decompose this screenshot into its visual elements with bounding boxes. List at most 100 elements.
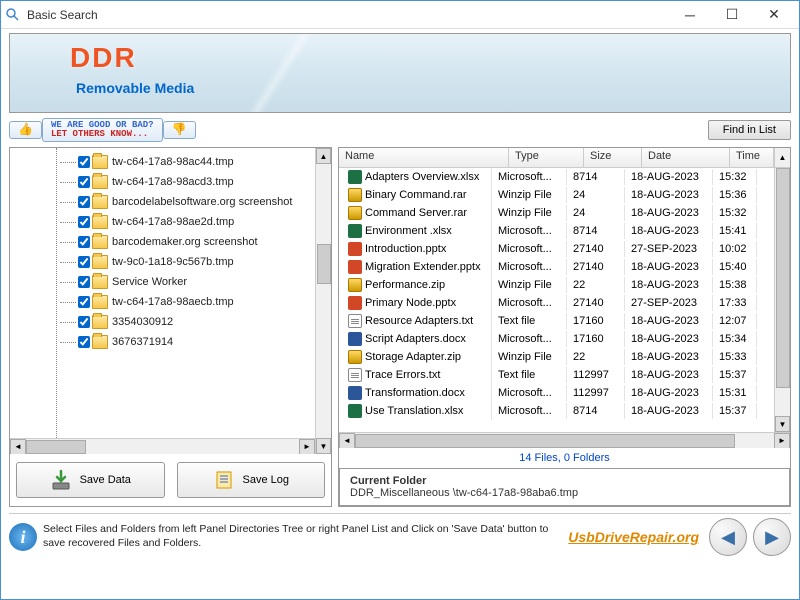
txt-icon: [348, 314, 362, 328]
file-name: Binary Command.rar: [365, 189, 466, 201]
scroll-left-icon[interactable]: ◄: [339, 433, 355, 449]
tree-checkbox[interactable]: [78, 256, 90, 268]
feedback-badge-down[interactable]: 👎: [163, 121, 196, 139]
feedback-badge-text[interactable]: WE ARE GOOD OR BAD? LET OTHERS KNOW...: [42, 118, 163, 142]
tree-checkbox[interactable]: [78, 276, 90, 288]
list-row[interactable]: Command Server.rar Winzip File 24 18-AUG…: [339, 204, 774, 222]
file-time: 15:37: [713, 367, 757, 383]
file-name: Trace Errors.txt: [365, 369, 440, 381]
tree-checkbox[interactable]: [78, 176, 90, 188]
minimize-button[interactable]: ─: [669, 1, 711, 29]
tree-item[interactable]: 3354030912: [12, 312, 313, 332]
tree-item[interactable]: tw-9c0-1a18-9c567b.tmp: [12, 252, 313, 272]
tree-item[interactable]: Service Worker: [12, 272, 313, 292]
file-type: Text file: [492, 367, 567, 383]
back-button[interactable]: ◀: [709, 518, 747, 556]
list-row[interactable]: Storage Adapter.zip Winzip File 22 18-AU…: [339, 348, 774, 366]
file-name: Script Adapters.docx: [365, 333, 466, 345]
scroll-down-icon[interactable]: ▼: [775, 416, 790, 432]
list-row[interactable]: Trace Errors.txt Text file 112997 18-AUG…: [339, 366, 774, 384]
tree-item[interactable]: tw-c64-17a8-98aecb.tmp: [12, 292, 313, 312]
close-button[interactable]: ✕: [753, 1, 795, 29]
scroll-thumb[interactable]: [317, 244, 331, 284]
list-row[interactable]: Script Adapters.docx Microsoft... 17160 …: [339, 330, 774, 348]
file-type: Winzip File: [492, 349, 567, 365]
list-row[interactable]: Environment .xlsx Microsoft... 8714 18-A…: [339, 222, 774, 240]
file-type: Winzip File: [492, 277, 567, 293]
tree-item[interactable]: barcodelabelsoftware.org screenshot: [12, 192, 313, 212]
list-row[interactable]: Migration Extender.pptx Microsoft... 271…: [339, 258, 774, 276]
file-date: 18-AUG-2023: [625, 187, 713, 203]
list-hscroll[interactable]: ◄ ►: [339, 432, 790, 448]
folder-icon: [92, 315, 108, 329]
tree-checkbox[interactable]: [78, 296, 90, 308]
save-log-button[interactable]: Save Log: [177, 462, 326, 498]
file-date: 18-AUG-2023: [625, 277, 713, 293]
feedback-badge[interactable]: 👍: [9, 121, 42, 139]
file-type: Microsoft...: [492, 331, 567, 347]
list-row[interactable]: Adapters Overview.xlsx Microsoft... 8714…: [339, 168, 774, 186]
folder-icon: [92, 155, 108, 169]
file-time: 15:37: [713, 403, 757, 419]
scroll-right-icon[interactable]: ►: [774, 433, 790, 449]
col-size[interactable]: Size: [584, 148, 642, 167]
file-date: 18-AUG-2023: [625, 367, 713, 383]
scroll-thumb[interactable]: [26, 440, 86, 454]
tree-label: tw-c64-17a8-98ac44.tmp: [112, 156, 234, 168]
col-name[interactable]: Name: [339, 148, 509, 167]
tree-item[interactable]: tw-c64-17a8-98acd3.tmp: [12, 172, 313, 192]
find-in-list-button[interactable]: Find in List: [708, 120, 791, 140]
file-size: 24: [567, 187, 625, 203]
tree-checkbox[interactable]: [78, 196, 90, 208]
file-list[interactable]: Adapters Overview.xlsx Microsoft... 8714…: [339, 168, 774, 432]
tree-checkbox[interactable]: [78, 236, 90, 248]
scroll-up-icon[interactable]: ▲: [316, 148, 331, 164]
folder-icon: [92, 255, 108, 269]
scroll-right-icon[interactable]: ►: [299, 439, 315, 455]
file-time: 15:36: [713, 187, 757, 203]
file-size: 27140: [567, 259, 625, 275]
tree-checkbox[interactable]: [78, 336, 90, 348]
tree-item[interactable]: barcodemaker.org screenshot: [12, 232, 313, 252]
docx-icon: [348, 386, 362, 400]
scroll-thumb[interactable]: [355, 434, 735, 448]
save-data-button[interactable]: Save Data: [16, 462, 165, 498]
col-time[interactable]: Time: [730, 148, 774, 167]
tree-item[interactable]: 3676371914: [12, 332, 313, 352]
list-header: Name Type Size Date Time ▲: [339, 148, 790, 168]
scroll-thumb[interactable]: [776, 168, 790, 388]
pptx-icon: [348, 242, 362, 256]
tree-checkbox[interactable]: [78, 156, 90, 168]
file-size: 17160: [567, 313, 625, 329]
tree-item[interactable]: tw-c64-17a8-98ac44.tmp: [12, 152, 313, 172]
zip-icon: [348, 350, 362, 364]
tree-hscroll[interactable]: ◄ ►: [10, 438, 315, 454]
list-row[interactable]: Resource Adapters.txt Text file 17160 18…: [339, 312, 774, 330]
col-type[interactable]: Type: [509, 148, 584, 167]
scroll-left-icon[interactable]: ◄: [10, 439, 26, 455]
folder-icon: [92, 175, 108, 189]
tree-checkbox[interactable]: [78, 216, 90, 228]
rar-icon: [348, 206, 362, 220]
scroll-up-icon[interactable]: ▲: [774, 148, 790, 167]
tree-area[interactable]: tw-c64-17a8-98ac44.tmp tw-c64-17a8-98acd3…: [10, 148, 315, 438]
list-row[interactable]: Introduction.pptx Microsoft... 27140 27-…: [339, 240, 774, 258]
col-date[interactable]: Date: [642, 148, 730, 167]
file-size: 8714: [567, 403, 625, 419]
tree-checkbox[interactable]: [78, 316, 90, 328]
list-row[interactable]: Performance.zip Winzip File 22 18-AUG-20…: [339, 276, 774, 294]
file-size: 8714: [567, 169, 625, 185]
brand-link[interactable]: UsbDriveRepair.org: [568, 529, 699, 545]
banner: DDR Removable Media: [9, 33, 791, 113]
list-vscroll[interactable]: ▼: [774, 168, 790, 432]
maximize-button[interactable]: ☐: [711, 1, 753, 29]
scroll-down-icon[interactable]: ▼: [316, 438, 331, 454]
list-row[interactable]: Primary Node.pptx Microsoft... 27140 27-…: [339, 294, 774, 312]
list-row[interactable]: Binary Command.rar Winzip File 24 18-AUG…: [339, 186, 774, 204]
list-row[interactable]: Use Translation.xlsx Microsoft... 8714 1…: [339, 402, 774, 420]
tree-vscroll[interactable]: ▲ ▼: [315, 148, 331, 454]
list-row[interactable]: Transformation.docx Microsoft... 112997 …: [339, 384, 774, 402]
tree-item[interactable]: tw-c64-17a8-98ae2d.tmp: [12, 212, 313, 232]
forward-button[interactable]: ▶: [753, 518, 791, 556]
file-size: 27140: [567, 295, 625, 311]
